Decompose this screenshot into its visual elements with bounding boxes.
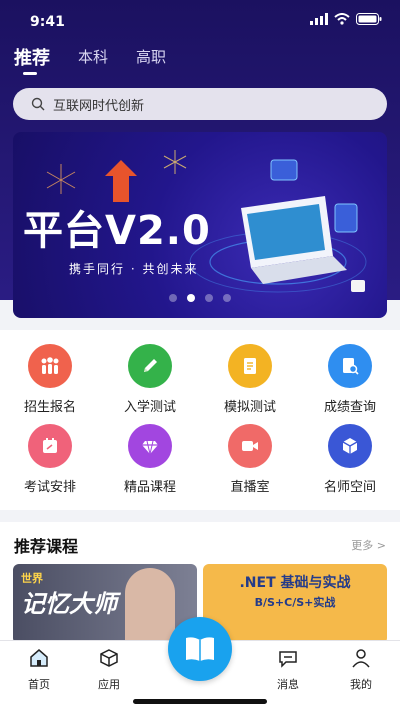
document-icon [228, 344, 272, 388]
tab-vocational[interactable]: 高职 [136, 46, 166, 70]
feature-label: 直播室 [230, 480, 270, 495]
nav-profile[interactable]: 我的 [331, 647, 391, 692]
course-card-title: .NET 基础与实战 [239, 575, 351, 591]
box-icon [100, 649, 118, 667]
bottom-nav: 首页 应用 消息 我的 [0, 617, 400, 711]
feature-label: 入学测试 [123, 400, 176, 415]
feature-grid: 招生报名 入学测试 模拟测试 成绩查询 考试安排 精品课程 直播室 名师空间 [0, 330, 400, 510]
section-title: 推荐课程 [14, 537, 79, 556]
course-card-subtitle: B/S+C/S+实战 [254, 596, 336, 609]
nav-label: 消息 [277, 678, 299, 691]
feature-label: 考试安排 [23, 480, 76, 495]
video-icon [228, 424, 272, 468]
status-bar: 9:41 [0, 0, 400, 40]
nav-label: 首页 [28, 678, 50, 691]
tab-undergraduate[interactable]: 本科 [78, 46, 108, 70]
feature-enrollment[interactable]: 招生报名 [0, 344, 100, 415]
course-card-title: 记忆大师 [21, 590, 117, 618]
feature-label: 招生报名 [23, 400, 76, 415]
nav-label: 应用 [98, 678, 120, 691]
center-book-button[interactable] [168, 617, 232, 681]
more-link[interactable]: 更多 > [351, 537, 386, 553]
pencil-icon [128, 344, 172, 388]
nav-home[interactable]: 首页 [9, 647, 69, 692]
carousel-indicator [169, 294, 231, 302]
search-doc-icon [328, 344, 372, 388]
feature-label: 精品课程 [123, 480, 176, 495]
course-card-portrait [125, 568, 175, 644]
message-icon [279, 651, 297, 668]
calendar-icon [28, 424, 72, 468]
course-card[interactable]: .NET 基础与实战 B/S+C/S+实战 [203, 564, 387, 644]
carousel-dot[interactable] [223, 294, 231, 302]
feature-entrance-test[interactable]: 入学测试 [100, 344, 200, 415]
search-bar[interactable]: 互联网时代创新 [13, 88, 387, 120]
feature-label: 成绩查询 [323, 400, 376, 415]
feature-label: 名师空间 [323, 480, 376, 495]
signal-icon [310, 13, 328, 25]
feature-premium-course[interactable]: 精品课程 [100, 424, 200, 495]
feature-score-query[interactable]: 成绩查询 [300, 344, 400, 415]
nav-label: 我的 [350, 678, 372, 691]
carousel-dot[interactable] [205, 294, 213, 302]
feature-live-room[interactable]: 直播室 [200, 424, 300, 495]
feature-mock-test[interactable]: 模拟测试 [200, 344, 300, 415]
course-card[interactable]: 世界 记忆大师 [13, 564, 197, 644]
search-icon [31, 97, 45, 111]
carousel-dot-active[interactable] [187, 294, 195, 302]
status-time: 9:41 [30, 14, 65, 30]
battery-icon [356, 13, 382, 25]
search-input[interactable]: 互联网时代创新 [53, 95, 144, 114]
feature-exam-schedule[interactable]: 考试安排 [0, 424, 100, 495]
diamond-icon [128, 424, 172, 468]
banner-title: 平台V2.0 [23, 208, 211, 254]
cube-icon [328, 424, 372, 468]
book-icon [186, 637, 214, 661]
home-icon [30, 649, 48, 667]
category-tabs: 推荐 本科 高职 [14, 44, 166, 75]
nav-apps[interactable]: 应用 [79, 647, 139, 692]
carousel-dot[interactable] [169, 294, 177, 302]
banner-subtitle: 携手同行 · 共创未来 [69, 262, 199, 276]
feature-label: 模拟测试 [223, 400, 276, 415]
nav-messages[interactable]: 消息 [258, 647, 318, 692]
wifi-icon [334, 13, 350, 25]
tab-recommended[interactable]: 推荐 [14, 44, 50, 75]
user-icon [352, 649, 370, 668]
home-indicator [133, 699, 267, 704]
people-icon [28, 344, 72, 388]
feature-teacher-space[interactable]: 名师空间 [300, 424, 400, 495]
promo-banner[interactable]: 平台V2.0 携手同行 · 共创未来 [13, 132, 387, 318]
